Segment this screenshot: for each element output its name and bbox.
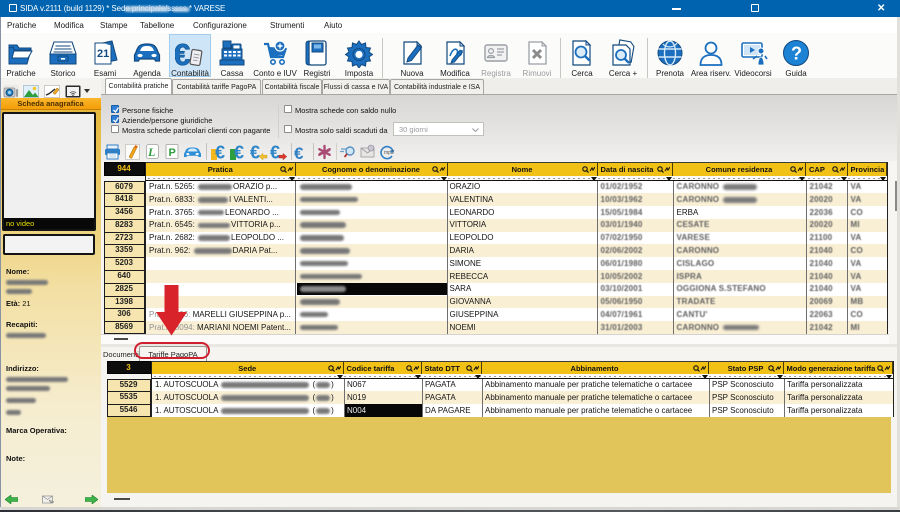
svg-text:€: € <box>234 144 244 160</box>
svg-text:€: € <box>215 144 225 160</box>
svg-text:P: P <box>169 147 176 159</box>
svg-text:mp3: mp3 <box>384 150 394 156</box>
svg-text:L: L <box>147 145 155 159</box>
svg-text:21: 21 <box>97 48 109 60</box>
svg-text:€: € <box>270 144 280 160</box>
svg-text:€: € <box>250 144 260 160</box>
svg-text:?: ? <box>791 44 802 64</box>
svg-text:€: € <box>175 38 190 68</box>
svg-text:€: € <box>294 144 304 161</box>
